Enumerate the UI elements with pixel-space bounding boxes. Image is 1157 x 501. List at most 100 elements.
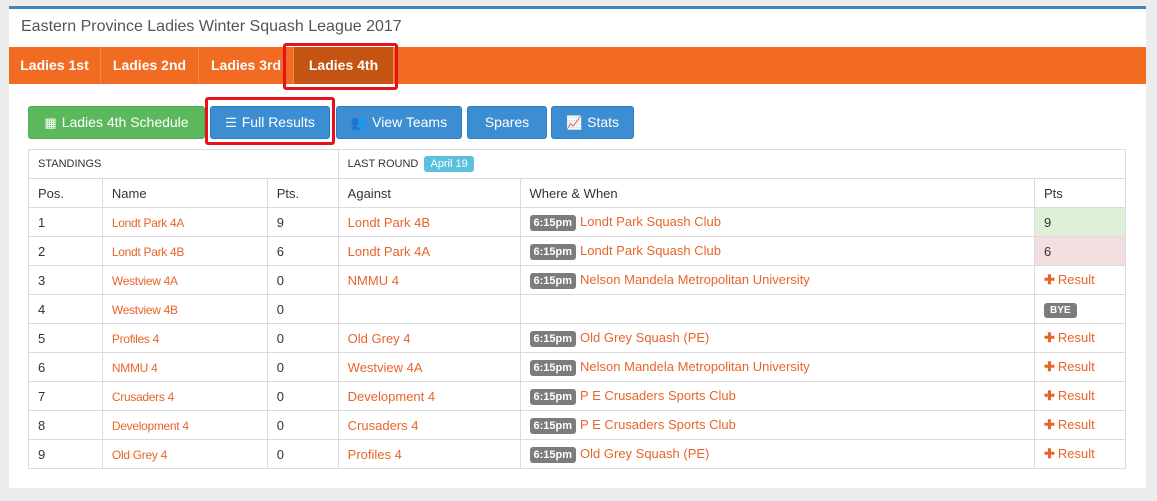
where-when-cell: 6:15pm P E Crusaders Sports Club [519, 410, 1035, 440]
col-where-when: Where & When [519, 178, 1035, 208]
where-when-cell: 6:15pm Old Grey Squash (PE) [519, 323, 1035, 353]
match-pts-cell: ✚ Result [1034, 265, 1126, 295]
pos-cell: 9 [28, 439, 103, 469]
pts-cell: 0 [266, 352, 339, 382]
against-link[interactable]: Westview 4A [348, 360, 423, 375]
full-results-button-label: Full Results [241, 114, 315, 130]
match-pts-cell: 9 [1034, 207, 1126, 237]
col-pos: Pos. [28, 178, 103, 208]
where-when-cell: 6:15pm Old Grey Squash (PE) [519, 439, 1035, 469]
col-pts: Pts. [266, 178, 339, 208]
standings-label: STANDINGS [28, 149, 339, 179]
pos-cell: 2 [28, 236, 103, 266]
col-match-pts: Pts [1034, 178, 1126, 208]
full-results-button[interactable]: ☰ Full Results [210, 106, 330, 139]
time-badge: 6:15pm [529, 214, 577, 231]
team-link[interactable]: Profiles 4 [112, 332, 159, 346]
view-teams-button-label: View Teams [372, 114, 448, 130]
pts-cell: 0 [266, 410, 339, 440]
column-header-row: Pos. Name Pts. Against Where & When Pts [28, 178, 1126, 208]
result-label: Result [1057, 330, 1095, 345]
result-label: Result [1057, 359, 1095, 374]
match-score: 6 [1044, 243, 1052, 259]
line-chart-icon: 📈 [565, 115, 583, 130]
pts-cell: 0 [266, 323, 339, 353]
add-result-link[interactable]: ✚ Result [1044, 330, 1095, 345]
pos-cell: 5 [28, 323, 103, 353]
match-pts-cell: 6 [1034, 236, 1126, 266]
match-pts-cell: ✚ Result [1034, 439, 1126, 469]
pts-cell: 0 [266, 265, 339, 295]
time-badge: 6:15pm [529, 330, 577, 347]
against-link[interactable]: Crusaders 4 [348, 418, 419, 433]
tab-ladies-4th[interactable]: Ladies 4th [294, 47, 394, 84]
match-pts-cell: ✚ Result [1034, 410, 1126, 440]
col-name: Name [101, 178, 268, 208]
pts-cell: 0 [266, 439, 339, 469]
table-row: 3 Westview 4A 0 NMMU 4 6:15pm Nelson Mandela … [28, 265, 1126, 295]
time-badge: 6:15pm [529, 272, 577, 289]
pts-cell: 0 [266, 381, 339, 411]
team-link[interactable]: Westview 4B [112, 303, 178, 317]
add-result-link[interactable]: ✚ Result [1044, 417, 1095, 432]
against-link[interactable]: Londt Park 4B [348, 215, 430, 230]
tab-ladies-2nd[interactable]: Ladies 2nd [101, 47, 199, 84]
table-row: 8 Development 4 0 Crusaders 4 6:15pm P E Crus… [28, 410, 1126, 440]
team-link[interactable]: Development 4 [112, 419, 189, 433]
team-link[interactable]: Westview 4A [112, 274, 178, 288]
league-panel: Eastern Province Ladies Winter Squash Le… [9, 6, 1146, 488]
where-when-cell [519, 294, 1035, 324]
team-link[interactable]: Old Grey 4 [112, 448, 167, 462]
venue-link[interactable]: P E Crusaders Sports Club [580, 417, 736, 432]
view-teams-button[interactable]: 👥 View Teams [336, 106, 462, 139]
table-row: 1 Londt Park 4A 9 Londt Park 4B 6:15pm Londt … [28, 207, 1126, 237]
against-link[interactable]: Old Grey 4 [348, 331, 411, 346]
time-badge: 6:15pm [529, 243, 577, 260]
time-badge: 6:15pm [529, 388, 577, 405]
venue-link[interactable]: Old Grey Squash (PE) [580, 330, 709, 345]
section-header-row: STANDINGS LAST ROUND April 19 [28, 149, 1127, 179]
plus-icon: ✚ [1044, 388, 1055, 403]
tab-ladies-3rd[interactable]: Ladies 3rd [199, 47, 294, 84]
match-pts-cell: ✚ Result [1034, 381, 1126, 411]
team-link[interactable]: Crusaders 4 [112, 390, 174, 404]
where-when-cell: 6:15pm Nelson Mandela Metropolitan Univer… [519, 352, 1035, 382]
calendar-icon: ▦ [44, 115, 57, 130]
add-result-link[interactable]: ✚ Result [1044, 272, 1095, 287]
venue-link[interactable]: P E Crusaders Sports Club [580, 388, 736, 403]
venue-link[interactable]: Londt Park Squash Club [580, 243, 721, 258]
venue-link[interactable]: Old Grey Squash (PE) [580, 446, 709, 461]
team-link[interactable]: Londt Park 4B [112, 245, 184, 259]
pts-cell: 9 [266, 207, 339, 237]
schedule-button[interactable]: ▦ Ladies 4th Schedule [28, 106, 205, 139]
add-result-link[interactable]: ✚ Result [1044, 388, 1095, 403]
spares-button[interactable]: Spares [467, 106, 547, 139]
add-result-link[interactable]: ✚ Result [1044, 359, 1095, 374]
result-label: Result [1057, 417, 1095, 432]
add-result-link[interactable]: ✚ Result [1044, 446, 1095, 461]
pos-cell: 3 [28, 265, 103, 295]
pts-cell: 6 [266, 236, 339, 266]
stats-button-label: Stats [587, 114, 620, 130]
venue-link[interactable]: Londt Park Squash Club [580, 214, 721, 229]
against-link[interactable]: Profiles 4 [348, 447, 402, 462]
team-link[interactable]: Londt Park 4A [112, 216, 184, 230]
venue-link[interactable]: Nelson Mandela Metropolitan University [580, 359, 810, 374]
result-label: Result [1057, 272, 1095, 287]
team-link[interactable]: NMMU 4 [112, 361, 158, 375]
stats-button[interactable]: 📈 Stats [551, 106, 634, 139]
pos-cell: 7 [28, 381, 103, 411]
against-link[interactable]: Development 4 [348, 389, 435, 404]
table-row: 9 Old Grey 4 0 Profiles 4 6:15pm Old Grey Squ… [28, 439, 1126, 469]
against-link[interactable]: Londt Park 4A [348, 244, 430, 259]
plus-icon: ✚ [1044, 330, 1055, 345]
against-link[interactable]: NMMU 4 [348, 273, 399, 288]
plus-icon: ✚ [1044, 272, 1055, 287]
where-when-cell: 6:15pm Londt Park Squash Club [519, 207, 1035, 237]
time-badge: 6:15pm [529, 417, 577, 434]
venue-link[interactable]: Nelson Mandela Metropolitan University [580, 272, 810, 287]
table-row: 4 Westview 4B 0 BYE [28, 294, 1126, 324]
list-icon: ☰ [225, 115, 237, 130]
tab-ladies-1st[interactable]: Ladies 1st [9, 47, 101, 84]
page-title: Eastern Province Ladies Winter Squash Le… [21, 18, 402, 35]
